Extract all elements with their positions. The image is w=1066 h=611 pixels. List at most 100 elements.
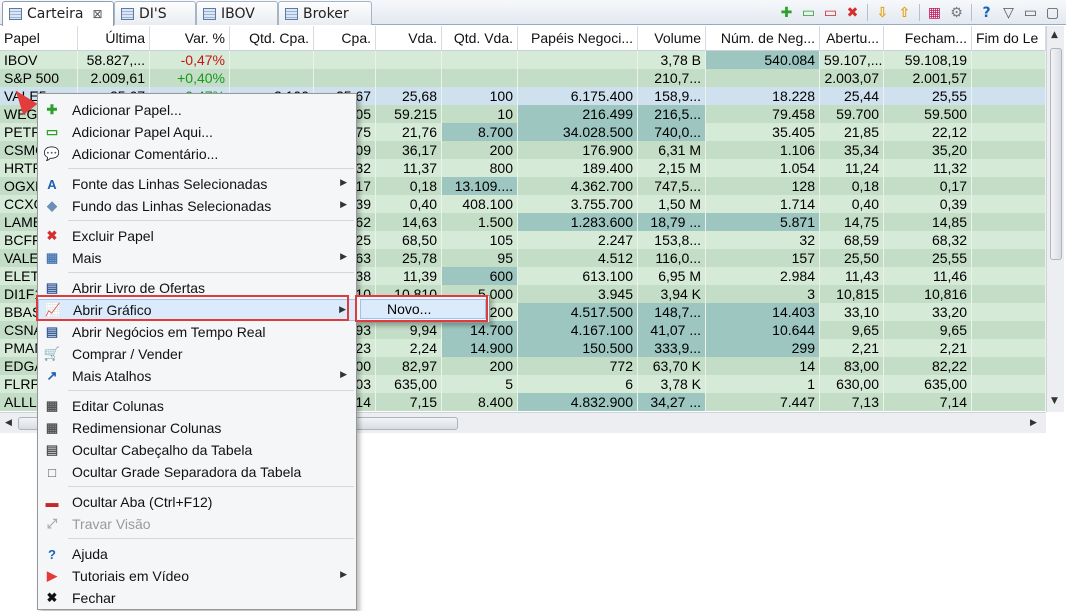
table-cell — [706, 69, 820, 87]
view-menu-icon[interactable]: ▽ — [999, 3, 1018, 22]
table-cell: -0,47% — [150, 51, 230, 69]
column-header[interactable]: Núm. de Neg... — [706, 26, 820, 51]
menu-item-shortcut[interactable]: ↗ Mais Atalhos ▶ — [38, 365, 356, 387]
menu-separator — [68, 220, 354, 221]
close-tab-icon[interactable]: ⊠ — [92, 7, 102, 21]
menu-item-add-here[interactable]: ▭ Adicionar Papel Aqui... — [38, 121, 356, 143]
table-cell: 1.283.600 — [518, 213, 638, 231]
table-cell: 0,40 — [376, 195, 442, 213]
menu-item-hide-tab[interactable]: ▬ Ocultar Aba (Ctrl+F12) — [38, 491, 356, 513]
column-header[interactable]: Var. % — [150, 26, 230, 51]
table-row[interactable]: IBOV 58.827,... -0,47% 3,78 B 540.084 59.107,… — [0, 51, 1046, 69]
remove-row-icon[interactable]: ▭ — [821, 3, 840, 22]
vertical-scrollbar[interactable]: ▲ ▼ — [1046, 26, 1064, 412]
table-row[interactable]: S&P 500 2.009,61 +0,40% 210,7... 2.003,07 2.0… — [0, 69, 1046, 87]
menu-item-add[interactable]: ✚ Adicionar Papel... — [38, 99, 356, 121]
table-cell — [972, 123, 1046, 141]
table-cell: 116,0... — [638, 249, 706, 267]
table-cell — [376, 69, 442, 87]
table-cell: +0,40% — [150, 69, 230, 87]
tab-carteira[interactable]: Carteira ⊠ — [2, 1, 114, 26]
menu-item-label: Mais Atalhos — [72, 368, 152, 384]
submenu-arrow-icon: ▶ — [340, 569, 347, 579]
tab-ibov[interactable]: IBOV — [196, 1, 278, 25]
menu-item-realtime[interactable]: ▤ Abrir Negócios em Tempo Real — [38, 321, 356, 343]
table-cell — [972, 105, 1046, 123]
menu-item-video[interactable]: ▶ Tutoriais em Vídeo ▶ — [38, 565, 356, 587]
menu-item-resize-columns[interactable]: ▦ Redimensionar Colunas — [38, 417, 356, 439]
table-cell: 11,32 — [884, 159, 972, 177]
column-header[interactable]: Vda. — [376, 26, 442, 51]
menu-item-label: Abrir Negócios em Tempo Real — [72, 324, 266, 340]
scroll-down-icon[interactable]: ▼ — [1051, 396, 1058, 406]
table-cell: 11,43 — [820, 267, 884, 285]
column-header[interactable]: Qtd. Cpa. — [230, 26, 314, 51]
add-icon[interactable]: ✚ — [777, 3, 796, 22]
columns-icon[interactable]: ▦ — [925, 3, 944, 22]
table-cell: 3.945 — [518, 285, 638, 303]
menu-item-more[interactable]: ▦ Mais ▶ — [38, 247, 356, 269]
vertical-scroll-thumb[interactable] — [1050, 48, 1062, 260]
table-cell: 32 — [706, 231, 820, 249]
menu-item-edit-columns[interactable]: ▦ Editar Colunas — [38, 395, 356, 417]
menu-item-label: Fundo das Linhas Selecionadas — [72, 198, 272, 214]
scroll-up-icon[interactable]: ▲ — [1051, 30, 1058, 40]
table-cell: 10.644 — [706, 321, 820, 339]
menu-item-comment[interactable]: 💬 Adicionar Comentário... — [38, 143, 356, 165]
settings-icon[interactable]: ⚙ — [947, 3, 966, 22]
table-cell: 2.001,57 — [884, 69, 972, 87]
column-header[interactable]: Fim do Le — [972, 26, 1046, 51]
menu-item-delete[interactable]: ✖ Excluir Papel — [38, 225, 356, 247]
menu-item-help[interactable]: ? Ajuda — [38, 543, 356, 565]
table-cell: IBOV — [0, 51, 78, 69]
table-cell: 4.362.700 — [518, 177, 638, 195]
table-cell: 3.755.700 — [518, 195, 638, 213]
menu-item-label: Ocultar Aba (Ctrl+F12) — [72, 494, 213, 510]
move-up-icon[interactable]: ⇧ — [895, 3, 914, 22]
table-cell: 2.247 — [518, 231, 638, 249]
menu-item-font[interactable]: A Fonte das Linhas Selecionadas ▶ — [38, 173, 356, 195]
table-cell: 25,50 — [820, 249, 884, 267]
table-cell: 216,5... — [638, 105, 706, 123]
scroll-left-icon[interactable]: ◀ — [5, 418, 12, 428]
menu-separator — [68, 272, 354, 273]
table-cell: 8.400 — [442, 393, 518, 411]
table-cell: 600 — [442, 267, 518, 285]
column-header[interactable]: Cpa. — [314, 26, 376, 51]
table-cell: S&P 500 — [0, 69, 78, 87]
table-cell: 148,7... — [638, 303, 706, 321]
minimize-icon[interactable]: ▭ — [1021, 3, 1040, 22]
table-cell: 630,00 — [820, 375, 884, 393]
add-row-icon[interactable]: ▭ — [799, 3, 818, 22]
menu-item-close[interactable]: ✖ Fechar — [38, 587, 356, 609]
table-cell: 14,75 — [820, 213, 884, 231]
delete-icon[interactable]: ✖ — [843, 3, 862, 22]
column-header[interactable]: Volume — [638, 26, 706, 51]
column-header[interactable]: Papel — [0, 26, 78, 51]
tab-dis[interactable]: DI'S — [114, 1, 196, 25]
table-cell — [972, 51, 1046, 69]
submenu-arrow-icon: ▶ — [340, 177, 347, 187]
column-header[interactable]: Fecham... — [884, 26, 972, 51]
column-header[interactable]: Qtd. Vda. — [442, 26, 518, 51]
maximize-icon[interactable]: ▢ — [1043, 3, 1062, 22]
submenu-arrow-icon: ▶ — [340, 199, 347, 209]
menu-item-label: Ocultar Cabeçalho da Tabela — [72, 442, 253, 458]
column-header[interactable]: Papéis Negoci... — [518, 26, 638, 51]
column-header[interactable]: Abertu... — [820, 26, 884, 51]
menu-item-hide-grid[interactable]: □ Ocultar Grade Separadora da Tabela — [38, 461, 356, 483]
tab-broker[interactable]: Broker — [278, 1, 372, 25]
realtime-icon: ▤ — [45, 324, 59, 339]
menu-item-cart[interactable]: 🛒 Comprar / Vender — [38, 343, 356, 365]
toolbar-separator — [919, 4, 920, 21]
move-down-icon[interactable]: ⇩ — [873, 3, 892, 22]
menu-item-label: Comprar / Vender — [72, 346, 183, 362]
help-icon[interactable]: ? — [977, 3, 996, 22]
column-header[interactable]: Última — [78, 26, 150, 51]
table-cell: 2,15 M — [638, 159, 706, 177]
scroll-right-icon[interactable]: ▶ — [1030, 418, 1037, 428]
menu-item-fill[interactable]: ◆ Fundo das Linhas Selecionadas ▶ — [38, 195, 356, 217]
menu-item-hide-header[interactable]: ▤ Ocultar Cabeçalho da Tabela — [38, 439, 356, 461]
hide-header-icon: ▤ — [45, 442, 59, 457]
table-cell: 0,18 — [376, 177, 442, 195]
